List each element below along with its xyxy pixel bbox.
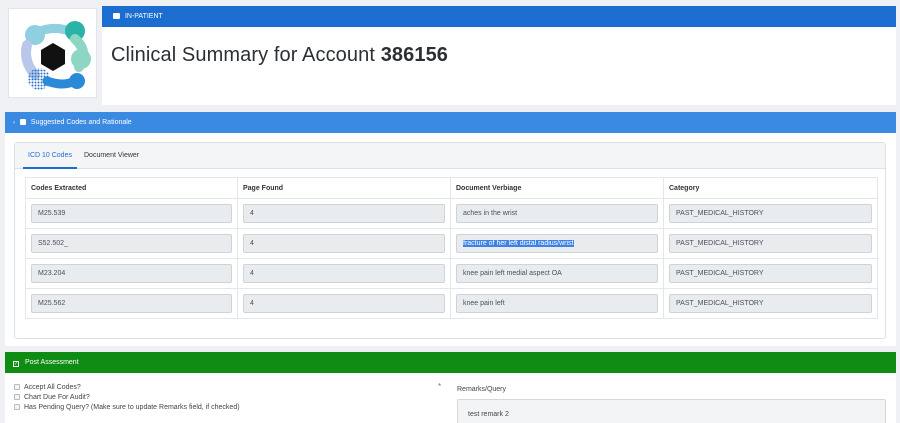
table-row: S52.502_ 4 fracture of her left distal r… <box>25 228 878 259</box>
table-row: M25.562 4 knee pain left PAST_MEDICAL_HI… <box>25 288 878 319</box>
code-field[interactable]: M25.539 <box>31 204 232 223</box>
suggested-codes-header[interactable]: › Suggested Codes and Rationale <box>5 112 896 133</box>
category-field[interactable]: PAST_MEDICAL_HISTORY <box>669 264 872 283</box>
column-header-category: Category <box>663 177 878 199</box>
table-row: M25.539 4 aches in the wrist PAST_MEDICA… <box>25 198 878 229</box>
verbiage-field[interactable]: aches in the wrist <box>456 204 658 223</box>
page-field[interactable]: 4 <box>243 234 445 253</box>
chevron-right-icon[interactable]: › <box>13 113 15 134</box>
title-area: Clinical Summary for Account 386156 <box>102 27 896 105</box>
checkbox-label: Chart Due For Audit? <box>24 394 90 401</box>
patient-type-bar: IN-PATIENT <box>102 6 896 27</box>
suggested-codes-panel: ICD 10 Codes Document Viewer Codes Extra… <box>5 133 896 346</box>
table-row: M23.204 4 knee pain left medial aspect O… <box>25 258 878 289</box>
codes-card: ICD 10 Codes Document Viewer Codes Extra… <box>14 142 886 339</box>
column-header-codes: Codes Extracted <box>25 177 238 199</box>
account-number: 386156 <box>380 44 449 66</box>
required-marker: * <box>438 382 442 391</box>
selected-text[interactable]: fracture of her left distal radius/wrist <box>463 240 574 247</box>
document-icon <box>19 119 26 125</box>
page-field[interactable]: 4 <box>243 264 445 283</box>
table-header-row: Codes Extracted Page Found Document Verb… <box>25 177 878 199</box>
code-field[interactable]: M23.204 <box>31 264 232 283</box>
remarks-value: test remark 2 <box>468 411 509 418</box>
chart-due-audit-checkbox[interactable] <box>14 394 20 400</box>
column-header-page: Page Found <box>237 177 451 199</box>
post-assessment-label: Post Assessment <box>24 359 79 366</box>
tab-icd10-codes[interactable]: ICD 10 Codes <box>23 143 77 169</box>
tab-bar: ICD 10 Codes Document Viewer <box>15 143 885 169</box>
accept-all-codes-row[interactable]: Accept All Codes? <box>14 383 81 392</box>
pending-query-checkbox[interactable] <box>14 404 20 410</box>
category-field[interactable]: PAST_MEDICAL_HISTORY <box>669 294 872 313</box>
checkmark-icon: ✓ <box>13 361 19 367</box>
post-assessment-header[interactable]: ✓ Post Assessment <box>5 352 896 373</box>
checkbox-label: Accept All Codes? <box>24 384 81 391</box>
page-title: Clinical Summary for Account 386156 <box>111 44 448 67</box>
patient-type-label: IN-PATIENT <box>124 13 163 20</box>
code-field[interactable]: S52.502_ <box>31 234 232 253</box>
verbiage-field[interactable]: fracture of her left distal radius/wrist <box>456 234 658 253</box>
chart-due-audit-row[interactable]: Chart Due For Audit? <box>14 393 90 402</box>
category-field[interactable]: PAST_MEDICAL_HISTORY <box>669 234 872 253</box>
suggested-codes-label: Suggested Codes and Rationale <box>30 119 132 126</box>
title-prefix: Clinical Summary for Account <box>111 44 376 66</box>
verbiage-field[interactable]: knee pain left <box>456 294 658 313</box>
category-field[interactable]: PAST_MEDICAL_HISTORY <box>669 204 872 223</box>
verbiage-field[interactable]: knee pain left medial aspect OA <box>456 264 658 283</box>
page-field[interactable]: 4 <box>243 204 445 223</box>
checkbox-label: Has Pending Query? (Make sure to update … <box>24 404 240 411</box>
tab-document-viewer[interactable]: Document Viewer <box>79 143 144 169</box>
remarks-textarea[interactable]: test remark 2 <box>457 399 886 423</box>
column-header-verbiage: Document Verbiage <box>450 177 664 199</box>
codes-table: Codes Extracted Page Found Document Verb… <box>25 177 878 319</box>
patient-icon <box>113 13 120 19</box>
hexagon-network-logo-icon <box>21 21 91 90</box>
page-field[interactable]: 4 <box>243 294 445 313</box>
app-logo <box>8 8 97 98</box>
pending-query-row[interactable]: Has Pending Query? (Make sure to update … <box>14 403 240 412</box>
remarks-label: Remarks/Query <box>457 386 507 393</box>
accept-all-codes-checkbox[interactable] <box>14 384 20 390</box>
code-field[interactable]: M25.562 <box>31 294 232 313</box>
post-assessment-panel: Accept All Codes? Chart Due For Audit? H… <box>5 373 896 423</box>
